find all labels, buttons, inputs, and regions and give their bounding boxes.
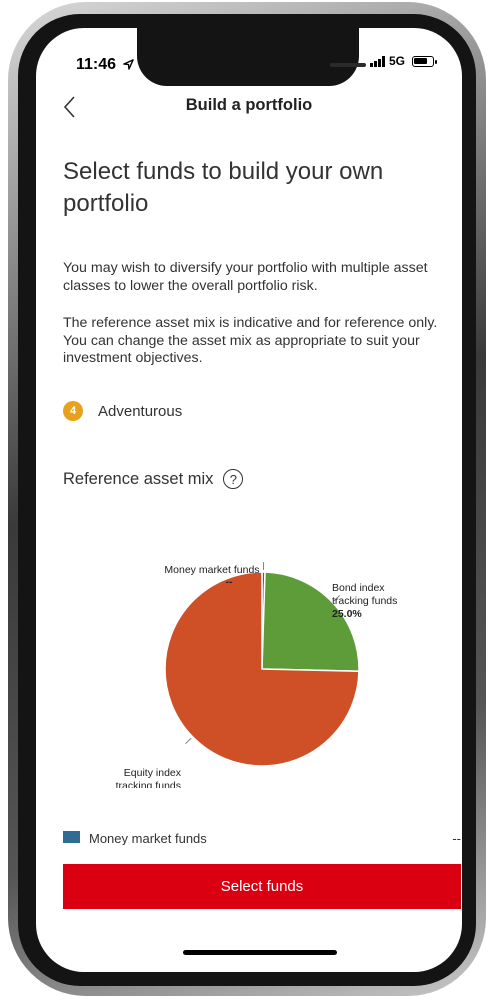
speaker-grille	[330, 63, 366, 67]
select-funds-button[interactable]: Select funds	[63, 864, 461, 909]
battery-icon	[412, 55, 437, 67]
section-heading: Select funds to build your own portfolio	[63, 158, 384, 217]
legend-item-money-market: Money market funds --	[63, 831, 461, 845]
pie-leader-line-2	[185, 737, 192, 745]
reference-note-paragraph: The reference asset mix is indicative an…	[63, 315, 438, 366]
legend-label: Money market funds	[89, 831, 207, 845]
legend-value: --	[452, 831, 461, 845]
page-title: Build a portfolio	[185, 96, 313, 114]
intro-paragraph: You may wish to diversify your portfolio…	[63, 260, 428, 294]
network-type: 5G	[388, 54, 405, 68]
pie-value-label-1: 25.0%	[332, 608, 362, 620]
home-indicator	[183, 950, 337, 955]
status-time: 11:46	[76, 56, 134, 74]
pie-label-2: Equity index tracking funds	[116, 767, 182, 788]
pie-value-label-0: --	[226, 576, 233, 588]
status-indicators: 5G	[369, 54, 437, 68]
risk-level-badge: 4	[63, 401, 83, 421]
legend-swatch	[63, 831, 80, 843]
signal-icon	[369, 55, 385, 67]
reference-asset-mix-title: Reference asset mix	[63, 469, 214, 488]
risk-level: 4 Adventurous	[63, 401, 182, 421]
reference-asset-mix-header: Reference asset mix ?	[63, 469, 244, 489]
help-icon[interactable]: ?	[223, 469, 244, 489]
pie-label-0: Money market funds	[164, 564, 259, 576]
app-screen: 11:46 5G Build a portfolio Select funds …	[36, 28, 462, 972]
risk-level-label: Adventurous	[98, 402, 183, 420]
pie-label-1: Bond index tracking funds	[332, 582, 397, 607]
notch	[137, 28, 366, 86]
location-arrow-icon	[122, 59, 134, 70]
clock: 11:46	[76, 56, 117, 73]
asset-mix-pie-chart: Money market funds-- Bond index tracking f…	[116, 562, 397, 788]
